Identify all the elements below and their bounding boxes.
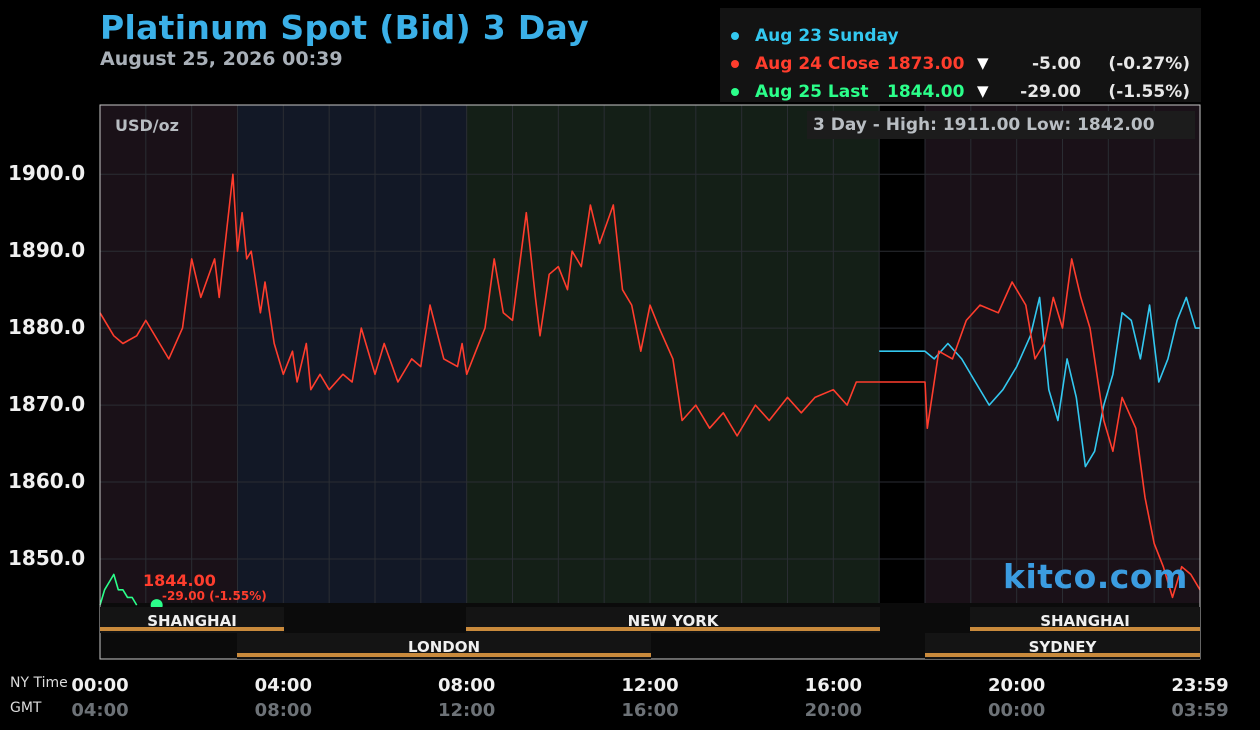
x-tick-label-ny: 20:00 <box>988 675 1046 696</box>
x-tick-label-ny: 08:00 <box>438 675 496 696</box>
y-tick-label: 1900.0 <box>8 161 86 186</box>
market-band-london: LONDON <box>237 633 651 659</box>
x-tick-label-gmt: 16:00 <box>621 700 679 721</box>
ny-time-label: NY Time <box>10 675 68 691</box>
x-tick-label-gmt: 12:00 <box>438 700 496 721</box>
x-tick-label-ny: 00:00 <box>71 675 129 696</box>
market-bar <box>970 627 1200 631</box>
market-bar <box>237 653 651 657</box>
y-tick-label: 1890.0 <box>8 238 86 263</box>
y-tick-label: 1870.0 <box>8 392 86 417</box>
market-band-shanghai-2: SHANGHAI <box>970 607 1200 633</box>
market-band-shanghai: SHANGHAI <box>100 607 284 633</box>
high-low-box: 3 Day - High: 1911.00 Low: 1842.00 <box>807 111 1195 139</box>
market-band-new-york: NEW YORK <box>466 607 880 633</box>
x-tick-label-ny: 12:00 <box>621 675 679 696</box>
x-tick-label-gmt: 00:00 <box>988 700 1046 721</box>
session-shade-3 <box>879 105 925 603</box>
x-tick-label-gmt: 20:00 <box>804 700 862 721</box>
x-tick-label-gmt: 03:59 <box>1171 700 1229 721</box>
session-shade-0 <box>100 105 238 603</box>
gmt-label: GMT <box>10 700 42 716</box>
market-bar <box>925 653 1200 657</box>
x-tick-label-gmt: 08:00 <box>254 700 312 721</box>
current-change-label: -29.00 (-1.55%) <box>162 589 267 603</box>
session-shade-1 <box>237 105 467 603</box>
watermark-logo: kitco.com <box>1003 557 1188 596</box>
market-band-sydney: SYDNEY <box>925 633 1200 659</box>
session-shade-2 <box>466 105 880 603</box>
current-price-label: 1844.00 <box>143 571 216 590</box>
market-bar <box>466 627 880 631</box>
x-tick-label-ny: 23:59 <box>1171 675 1229 696</box>
market-bar <box>100 627 284 631</box>
x-tick-label-ny: 16:00 <box>804 675 862 696</box>
y-tick-label: 1880.0 <box>8 315 86 340</box>
unit-label: USD/oz <box>115 116 179 135</box>
y-tick-label: 1860.0 <box>8 469 86 494</box>
y-tick-label: 1850.0 <box>8 545 86 570</box>
x-tick-label-gmt: 04:00 <box>71 700 129 721</box>
x-tick-label-ny: 04:00 <box>254 675 312 696</box>
